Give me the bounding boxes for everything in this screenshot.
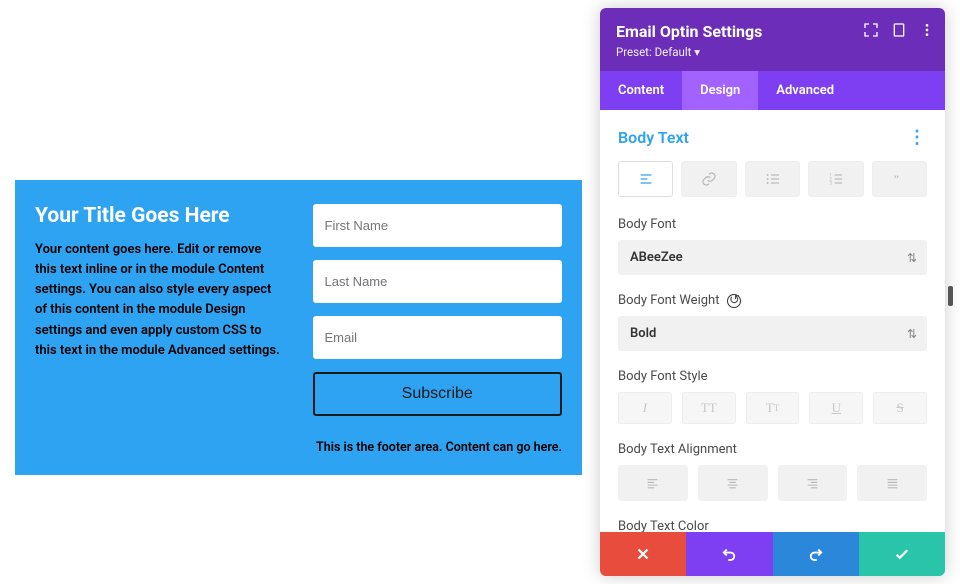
- align-left-button[interactable]: [618, 465, 688, 501]
- body-font-weight-select[interactable]: Bold ⇅: [618, 316, 927, 351]
- editor-canvas: Your Title Goes Here Your content goes h…: [0, 0, 600, 584]
- panel-body[interactable]: Body Text ⋮ 123 ” Body Font ABeeZee ⇅ Bo…: [600, 110, 945, 532]
- body-font-style-label: Body Font Style: [618, 369, 927, 384]
- close-button[interactable]: [600, 532, 686, 576]
- redo-button[interactable]: [773, 532, 859, 576]
- underline-button[interactable]: U: [809, 392, 863, 424]
- first-name-input[interactable]: [313, 204, 563, 247]
- undo-button[interactable]: [686, 532, 772, 576]
- optin-body-text[interactable]: Your content goes here. Edit or remove t…: [35, 240, 285, 361]
- strikethrough-button[interactable]: S: [873, 392, 927, 424]
- section-menu-icon[interactable]: ⋮: [908, 129, 927, 147]
- uppercase-button[interactable]: TT: [682, 392, 736, 424]
- resize-handle[interactable]: [948, 286, 953, 306]
- quote-tab[interactable]: ”: [872, 161, 927, 197]
- optin-module: Your Title Goes Here Your content goes h…: [15, 180, 582, 475]
- optin-title[interactable]: Your Title Goes Here: [35, 204, 285, 228]
- smallcaps-button[interactable]: TT: [746, 392, 800, 424]
- kebab-menu-icon[interactable]: [919, 22, 935, 38]
- expand-icon[interactable]: [863, 22, 879, 38]
- panel-tabs: Content Design Advanced: [600, 71, 945, 110]
- ol-tab[interactable]: 123: [808, 161, 863, 197]
- body-font-label: Body Font: [618, 217, 927, 232]
- settings-panel: Email Optin Settings Preset: Default ▾ C…: [600, 8, 945, 576]
- panel-header: Email Optin Settings Preset: Default ▾: [600, 8, 945, 71]
- text-type-tabs: 123 ”: [618, 161, 927, 197]
- body-text-alignment-label: Body Text Alignment: [618, 442, 927, 457]
- tablet-icon[interactable]: [891, 22, 907, 38]
- svg-text:”: ”: [894, 172, 899, 186]
- body-text-color-label: Body Text Color: [618, 519, 927, 532]
- panel-preset[interactable]: Preset: Default ▾: [616, 45, 929, 59]
- email-input[interactable]: [313, 316, 563, 359]
- svg-text:3: 3: [829, 180, 832, 186]
- body-font-weight-label: Body Font Weight: [618, 293, 719, 308]
- tab-content[interactable]: Content: [600, 71, 682, 110]
- tab-advanced[interactable]: Advanced: [758, 71, 852, 110]
- align-right-button[interactable]: [778, 465, 848, 501]
- italic-button[interactable]: I: [618, 392, 672, 424]
- optin-footer-text[interactable]: This is the footer area. Content can go …: [35, 440, 562, 455]
- ul-tab[interactable]: [745, 161, 800, 197]
- section-title[interactable]: Body Text: [618, 128, 689, 147]
- align-justify-button[interactable]: [857, 465, 927, 501]
- tab-design[interactable]: Design: [682, 71, 758, 110]
- save-button[interactable]: [859, 532, 945, 576]
- body-font-select[interactable]: ABeeZee ⇅: [618, 240, 927, 275]
- reset-icon[interactable]: [727, 294, 741, 308]
- align-center-button[interactable]: [698, 465, 768, 501]
- link-tab[interactable]: [681, 161, 736, 197]
- last-name-input[interactable]: [313, 260, 563, 303]
- panel-action-bar: [600, 532, 945, 576]
- subscribe-button[interactable]: Subscribe: [313, 372, 563, 416]
- paragraph-tab[interactable]: [618, 161, 673, 197]
